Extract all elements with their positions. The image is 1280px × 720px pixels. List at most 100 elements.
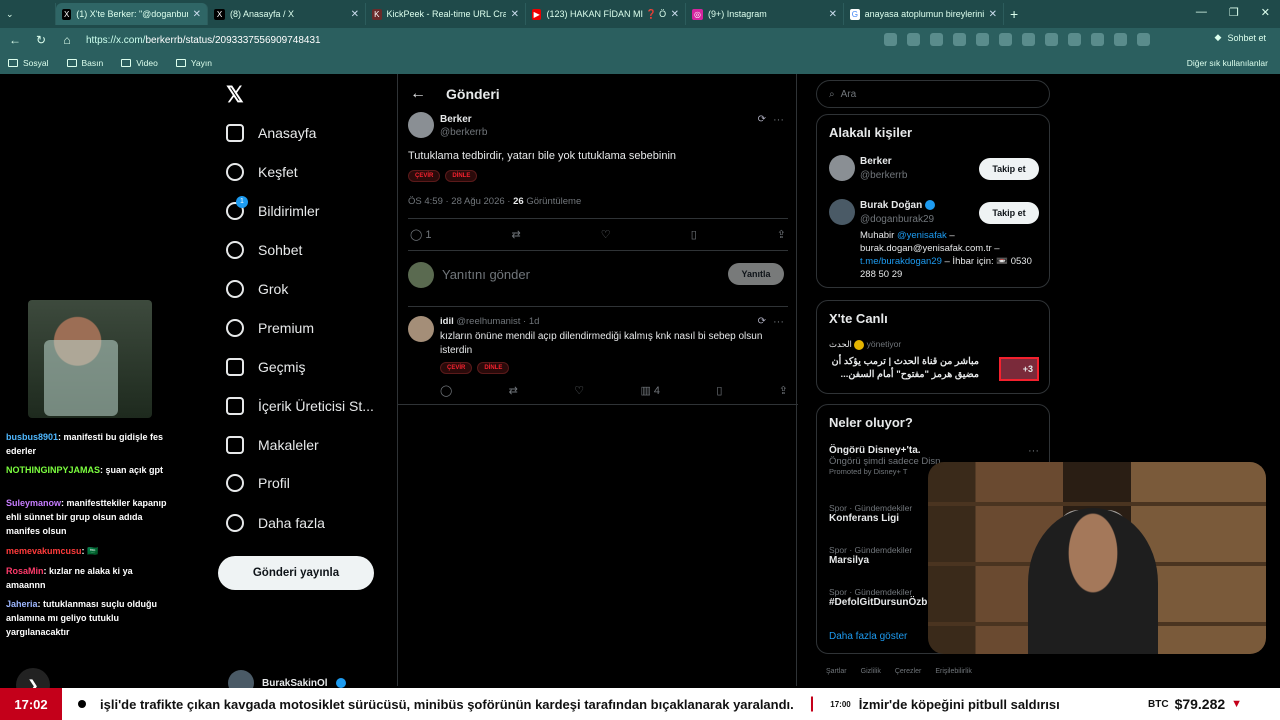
nav-profile[interactable]: Profil — [226, 474, 290, 492]
nav-grok[interactable]: Grok — [226, 280, 288, 298]
grok-icon[interactable]: ⟳ — [758, 316, 766, 327]
nav-premium[interactable]: Premium — [226, 319, 314, 337]
bio-link[interactable]: @yenisafak — [897, 230, 947, 241]
browser-tab-5[interactable]: ◎ (9+) Instagram ✕ — [686, 3, 844, 25]
extension-icon[interactable] — [1068, 33, 1081, 46]
bookmark-icon[interactable]: ▯ — [691, 228, 697, 241]
nav-articles[interactable]: Makaleler — [226, 436, 319, 454]
extension-icon[interactable] — [1114, 33, 1127, 46]
share-icon[interactable]: ⇪ — [777, 228, 786, 241]
browser-tab-3[interactable]: K KickPeek - Real-time URL Crawler ✕ — [366, 3, 526, 25]
close-window-icon[interactable]: ✕ — [1261, 6, 1270, 19]
new-tab-button[interactable]: + — [1004, 3, 1024, 25]
reply-button[interactable]: Yanıtla — [728, 263, 784, 285]
avatar[interactable] — [829, 199, 855, 225]
nav-creator-studio[interactable]: İçerik Üreticisi St... — [226, 397, 374, 415]
x-logo-icon[interactable]: 𝕏 — [226, 82, 244, 108]
extension-icon[interactable] — [976, 33, 989, 46]
nav-bookmarks[interactable]: Geçmiş — [226, 358, 305, 376]
author-handle[interactable]: @reelhumanist · 1d — [454, 316, 539, 327]
nav-notifications[interactable]: 1 Bildirimler — [226, 196, 319, 220]
reply-icon[interactable]: ◯ 1 — [410, 228, 432, 241]
search-input[interactable]: ⌕ Ara — [816, 80, 1050, 108]
copilot-chat-button[interactable]: ◆ Sohbet et — [1215, 32, 1266, 43]
more-options-icon[interactable]: ··· — [1028, 445, 1039, 457]
post-timestamp[interactable]: ÖS 4:59 · 28 Ağu 2026 · — [408, 196, 513, 207]
extension-icon[interactable] — [1091, 33, 1104, 46]
restore-icon[interactable]: ❐ — [1229, 6, 1239, 19]
grok-icon[interactable]: ⟳ — [758, 114, 766, 125]
bookmark-folder[interactable]: Yayın — [175, 58, 212, 68]
person-name[interactable]: Berker — [860, 156, 892, 167]
views-icon[interactable]: ▥ 4 — [640, 384, 660, 397]
listen-chip[interactable]: DİNLE — [445, 170, 478, 182]
extension-icon[interactable] — [1022, 33, 1035, 46]
avatar[interactable] — [829, 155, 855, 181]
live-host[interactable]: الحدث yönetiyor — [829, 339, 901, 350]
listen-chip[interactable]: DİNLE — [477, 362, 510, 374]
translate-chip[interactable]: ÇEVİR — [440, 362, 473, 374]
bio-link[interactable]: t.me/burakdogan29 — [860, 256, 942, 267]
back-arrow-icon[interactable]: ← — [410, 85, 426, 103]
browser-tab-6[interactable]: G anayasa atoplumun bireylerini lezi ✕ — [844, 3, 1004, 25]
extension-icon[interactable] — [953, 33, 966, 46]
minimize-icon[interactable]: — — [1196, 6, 1207, 19]
back-icon[interactable]: ← — [8, 33, 22, 47]
author-name[interactable]: Berker — [440, 114, 472, 125]
person-name[interactable]: Burak Doğan — [860, 200, 936, 211]
nav-more[interactable]: Daha fazla — [226, 514, 325, 532]
translate-chip[interactable]: ÇEVİR — [408, 170, 441, 182]
follow-button[interactable]: Takip et — [979, 202, 1039, 224]
extension-icon[interactable] — [999, 33, 1012, 46]
reply-input[interactable]: Yanıtını gönder — [442, 267, 530, 282]
home-icon[interactable]: ⌂ — [60, 33, 74, 47]
repost-icon[interactable]: ⇄ — [509, 384, 518, 397]
more-options-icon[interactable]: ··· — [773, 114, 784, 126]
live-title[interactable]: مباشر من قناة الحدث | ترمب يؤكد أن مضيق … — [829, 355, 979, 381]
refresh-icon[interactable]: ↻ — [34, 33, 48, 47]
nav-chat[interactable]: Sohbet — [226, 241, 302, 259]
extension-icon[interactable] — [1045, 33, 1058, 46]
close-icon[interactable]: ✕ — [829, 9, 837, 20]
close-icon[interactable]: ✕ — [193, 9, 201, 20]
reply-icon[interactable]: ◯ — [440, 384, 452, 397]
footer-link[interactable]: Şartlar — [826, 668, 847, 675]
footer-link[interactable]: Gizlilik — [861, 668, 881, 675]
close-icon[interactable]: ✕ — [671, 9, 679, 20]
url-field[interactable]: https://x.com/berkerrb/status/2093337556… — [86, 35, 321, 46]
extension-icon[interactable] — [907, 33, 920, 46]
share-icon[interactable]: ⇪ — [779, 384, 788, 397]
browser-tab-4[interactable]: ▶ (123) HAKAN FİDAN MI ❓ ÖZGÜ ✕ — [526, 3, 686, 25]
person-handle[interactable]: @berkerrb — [860, 170, 907, 181]
repost-icon[interactable]: ⇄ — [512, 228, 521, 241]
extension-icon[interactable] — [884, 33, 897, 46]
close-icon[interactable]: ✕ — [989, 9, 997, 20]
like-icon[interactable]: ♡ — [574, 384, 584, 397]
tab-menu[interactable]: ⌄ — [0, 3, 56, 25]
extension-icon[interactable] — [1137, 33, 1150, 46]
like-icon[interactable]: ♡ — [601, 228, 611, 241]
browser-tab-1[interactable]: X (1) X'te Berker: "@doganburak29 ✕ — [56, 3, 208, 25]
footer-link[interactable]: Çerezler — [895, 668, 921, 675]
tab-list-icon[interactable]: ⌄ — [6, 9, 14, 20]
avatar[interactable] — [408, 316, 434, 342]
browser-tab-2[interactable]: X (8) Anasayfa / X ✕ — [208, 3, 366, 25]
star-icon[interactable] — [930, 33, 943, 46]
bookmark-folder[interactable]: Basın — [66, 58, 103, 68]
author-handle[interactable]: @berkerrb — [440, 127, 487, 138]
post-button[interactable]: Gönderi yayınla — [218, 556, 374, 590]
show-more-link[interactable]: Daha fazla göster — [829, 631, 907, 642]
nav-explore[interactable]: Keşfet — [226, 163, 298, 181]
other-bookmarks[interactable]: Diğer sık kullanılanlar — [1187, 58, 1268, 68]
bookmark-icon[interactable]: ▯ — [716, 384, 722, 397]
person-handle[interactable]: @doganburak29 — [860, 214, 934, 225]
bookmark-folder[interactable]: Video — [121, 58, 158, 68]
author-name[interactable]: idil — [440, 316, 454, 327]
avatar[interactable] — [408, 112, 434, 138]
more-options-icon[interactable]: ··· — [773, 316, 784, 328]
close-icon[interactable]: ✕ — [511, 9, 519, 20]
follow-button[interactable]: Takip et — [979, 158, 1039, 180]
close-icon[interactable]: ✕ — [351, 9, 359, 20]
nav-home[interactable]: Anasayfa — [226, 124, 316, 142]
bookmark-folder[interactable]: Sosyal — [8, 58, 49, 68]
